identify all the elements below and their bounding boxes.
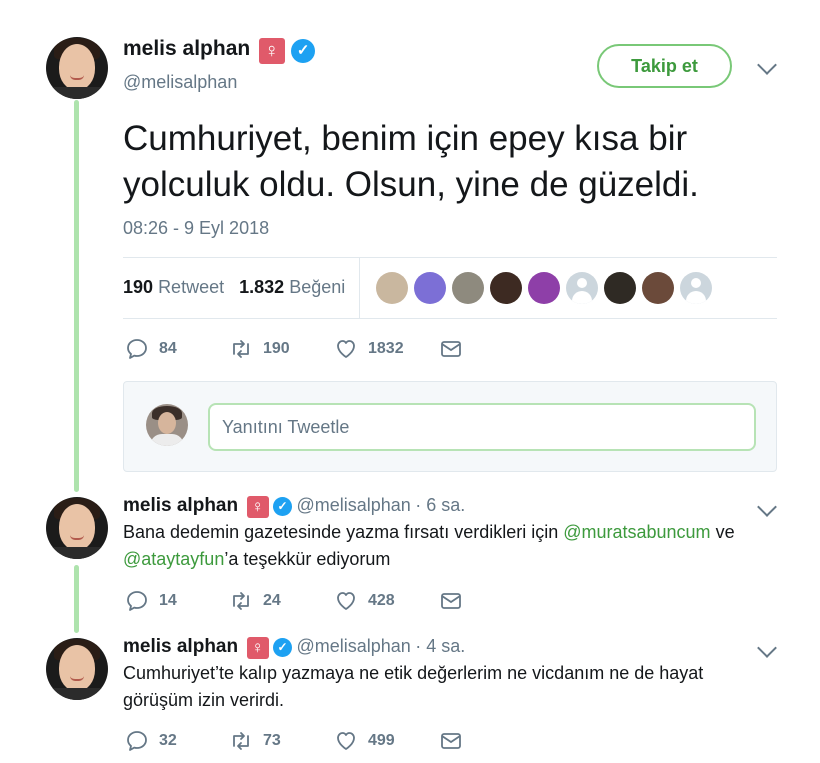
- text-segment: ve: [710, 522, 735, 542]
- like-button[interactable]: 1832: [334, 337, 439, 361]
- reply-composer: [123, 381, 777, 472]
- chevron-down-icon[interactable]: [757, 638, 777, 658]
- chevron-down-icon[interactable]: [757, 497, 777, 517]
- direct-message-button[interactable]: [439, 729, 463, 753]
- direct-message-button[interactable]: [439, 337, 463, 361]
- action-bar: 14 24 428: [125, 589, 463, 613]
- venus-icon: ♀: [246, 636, 269, 659]
- liker-avatar[interactable]: [452, 272, 484, 304]
- like-count: 1832: [368, 340, 404, 357]
- like-label[interactable]: Beğeni: [289, 277, 345, 297]
- reply-count: 84: [159, 340, 177, 357]
- retweet-icon: [229, 589, 253, 613]
- like-count[interactable]: 1.832: [239, 277, 284, 297]
- liker-avatar[interactable]: [566, 272, 598, 304]
- like-icon: [334, 337, 358, 361]
- reply-icon: [125, 589, 149, 613]
- retweet-count[interactable]: 190: [123, 277, 153, 297]
- thread-line-replies: [74, 565, 79, 633]
- liker-avatars: [376, 272, 712, 304]
- tweet-timestamp[interactable]: 08:26 - 9 Eyl 2018: [123, 218, 269, 239]
- divider: [359, 257, 360, 319]
- mention-link[interactable]: @ataytayfun: [123, 549, 224, 569]
- retweet-icon: [229, 337, 253, 361]
- venus-icon: ♀: [258, 37, 285, 64]
- reply-count: 14: [159, 592, 177, 609]
- reply-button[interactable]: 32: [125, 729, 229, 753]
- retweet-label[interactable]: Retweet: [158, 277, 224, 297]
- reply-button[interactable]: 14: [125, 589, 229, 613]
- action-bar: 32 73 499: [125, 729, 463, 753]
- author-handle[interactable]: @melisalphan: [296, 636, 410, 656]
- direct-message-button[interactable]: [439, 589, 463, 613]
- retweet-icon: [229, 729, 253, 753]
- avatar[interactable]: [46, 638, 108, 700]
- retweet-count: 190: [263, 340, 290, 357]
- author-header: melis alphan ♀ ✓: [123, 37, 316, 64]
- like-count: 428: [368, 592, 395, 609]
- text-segment: ’a teşekkür ediyorum: [224, 549, 391, 569]
- liker-avatar[interactable]: [490, 272, 522, 304]
- liker-avatar[interactable]: [680, 272, 712, 304]
- venus-icon: ♀: [246, 495, 269, 518]
- author-handle[interactable]: @melisalphan: [296, 495, 410, 515]
- chevron-down-icon[interactable]: [757, 55, 777, 75]
- liker-avatar[interactable]: [376, 272, 408, 304]
- liker-avatar[interactable]: [414, 272, 446, 304]
- text-segment: Bana dedemin gazetesinde yazma fırsatı v…: [123, 522, 564, 542]
- tweet-time[interactable]: · 4 sa.: [415, 636, 465, 656]
- direct-message-icon: [439, 337, 463, 361]
- reply-icon: [125, 337, 149, 361]
- engagement-stats: 190 Retweet 1.832 Beğeni: [123, 277, 345, 298]
- like-icon: [334, 729, 358, 753]
- tweet-text: Bana dedemin gazetesinde yazma fırsatı v…: [123, 519, 763, 573]
- author-name[interactable]: melis alphan: [123, 37, 250, 60]
- reply-input[interactable]: [208, 403, 756, 451]
- action-bar: 84 190 1832: [125, 337, 463, 361]
- divider: [123, 318, 777, 319]
- direct-message-icon: [439, 589, 463, 613]
- verified-icon: ✓: [273, 638, 293, 658]
- follow-button[interactable]: Takip et: [597, 44, 732, 88]
- like-icon: [334, 589, 358, 613]
- reply-count: 32: [159, 732, 177, 749]
- tweet-text: Cumhuriyet’te kalıp yazmaya ne etik değe…: [123, 663, 704, 710]
- retweet-button[interactable]: 190: [229, 337, 334, 361]
- author-handle[interactable]: @melisalphan: [123, 72, 237, 93]
- retweet-count: 73: [263, 732, 281, 749]
- liker-avatar[interactable]: [528, 272, 560, 304]
- verified-icon: ✓: [291, 38, 316, 63]
- divider: [123, 257, 777, 258]
- tweet-time[interactable]: · 6 sa.: [415, 495, 465, 515]
- direct-message-icon: [439, 729, 463, 753]
- liker-avatar[interactable]: [642, 272, 674, 304]
- avatar[interactable]: [46, 37, 108, 99]
- like-button[interactable]: 428: [334, 589, 439, 613]
- current-user-avatar: [146, 404, 188, 446]
- author-name[interactable]: melis alphan: [123, 495, 238, 516]
- mention-link[interactable]: @muratsabuncum: [563, 522, 710, 542]
- tweet-header: melis alphan ♀ ✓ @melisalphan · 4 sa.: [123, 636, 465, 659]
- reply-button[interactable]: 84: [125, 337, 229, 361]
- retweet-count: 24: [263, 592, 281, 609]
- tweet-text: Cumhuriyet, benim için epey kısa bir yol…: [123, 119, 699, 204]
- like-button[interactable]: 499: [334, 729, 439, 753]
- liker-avatar[interactable]: [604, 272, 636, 304]
- retweet-button[interactable]: 73: [229, 729, 334, 753]
- verified-icon: ✓: [273, 497, 293, 517]
- avatar[interactable]: [46, 497, 108, 559]
- like-count: 499: [368, 732, 395, 749]
- retweet-button[interactable]: 24: [229, 589, 334, 613]
- tweet-header: melis alphan ♀ ✓ @melisalphan · 6 sa.: [123, 495, 465, 518]
- thread-line-main: [74, 100, 79, 492]
- author-name[interactable]: melis alphan: [123, 636, 238, 657]
- reply-icon: [125, 729, 149, 753]
